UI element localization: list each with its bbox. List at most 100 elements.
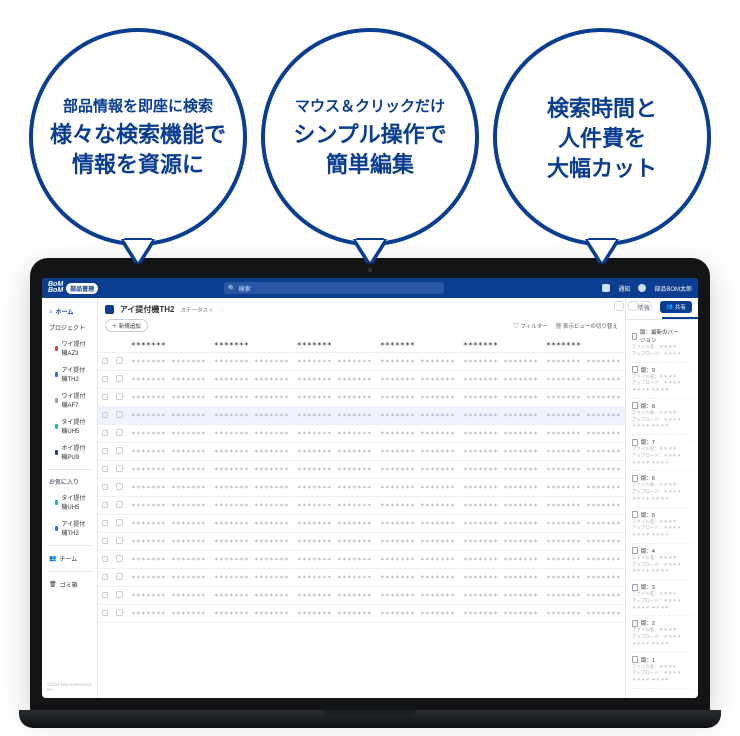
table-row[interactable]: ＊＊＊＊＊＊＊ ＊＊＊＊＊＊＊＊＊＊＊＊＊＊ ＊＊＊＊＊＊＊＊＊＊＊＊＊＊ ＊＊… xyxy=(98,497,625,515)
search-input[interactable]: 🔍 検索 xyxy=(224,282,444,294)
table-row[interactable]: ＊＊＊＊＊＊＊ ＊＊＊＊＊＊＊＊＊＊＊＊＊＊ ＊＊＊＊＊＊＊＊＊＊＊＊＊＊ ＊＊… xyxy=(98,425,625,443)
row-type-icon xyxy=(116,375,123,382)
row-checkbox[interactable] xyxy=(102,592,108,598)
row-checkbox[interactable] xyxy=(102,610,108,616)
dot-icon xyxy=(55,372,58,377)
feature-bubble-3: 検索時間と人件費を大幅カット xyxy=(493,28,711,246)
sidebar-home[interactable]: ⌂ホーム xyxy=(47,304,92,319)
toolbar-icon-3[interactable] xyxy=(642,301,652,311)
row-checkbox[interactable] xyxy=(102,358,108,364)
more-icon[interactable]: ⋯ xyxy=(687,403,693,409)
sidebar-item-2[interactable]: アイ提付機TH2 xyxy=(47,362,92,386)
dot-icon xyxy=(55,398,58,403)
more-icon[interactable]: ⋯ xyxy=(687,584,693,590)
version-item[interactable]: 版：3⋯ファイル名：＊＊＊＊アップロード：＊＊＊＊ ＊＊＊＊ ＊＊＊＊ xyxy=(632,580,692,616)
toolbar-icon-1[interactable] xyxy=(614,301,624,311)
table-row[interactable]: ＊＊＊＊＊＊＊ ＊＊＊＊＊＊＊＊＊＊＊＊＊＊ ＊＊＊＊＊＊＊＊＊＊＊＊＊＊ ＊＊… xyxy=(98,569,625,587)
table-row[interactable]: ＊＊＊＊＊＊＊ ＊＊＊＊＊＊＊＊＊＊＊＊＊＊ ＊＊＊＊＊＊＊＊＊＊＊＊＊＊ ＊＊… xyxy=(98,479,625,497)
row-type-icon xyxy=(116,519,123,526)
row-checkbox[interactable] xyxy=(102,520,108,526)
file-icon xyxy=(632,475,638,482)
toolbar-icon-2[interactable] xyxy=(628,301,638,311)
version-item[interactable]: 版：9⋯ファイル名：＊＊＊＊アップロード：＊＊＊＊ ＊＊＊＊ ＊＊＊＊ xyxy=(632,363,692,399)
page-title: アイ提付機TH2 xyxy=(120,304,175,315)
table-row[interactable]: ＊＊＊＊＊＊＊ ＊＊＊＊＊＊＊＊＊＊＊＊＊＊ ＊＊＊＊＊＊＊＊＊＊＊＊＊＊ ＊＊… xyxy=(98,551,625,569)
more-icon[interactable]: ⋯ xyxy=(687,367,693,373)
sidebar-item-5[interactable]: ホイ提付機PU9 xyxy=(47,440,92,464)
more-icon[interactable]: ⋯ xyxy=(687,657,693,663)
row-type-icon xyxy=(116,501,123,508)
view-switch-button[interactable]: ▦ 表示ビューの切り替え xyxy=(556,322,618,330)
file-icon xyxy=(632,366,638,373)
team-icon: 👥 xyxy=(49,555,56,562)
sidebar-label-project: プロジェクト xyxy=(47,321,92,334)
app-topbar: BoM BoM 部品管理 🔍 検索 通知 部品BOM太郎 xyxy=(42,278,698,298)
sidebar-trash[interactable]: 🗑ゴミ箱 xyxy=(47,577,92,592)
table-row[interactable]: ＊＊＊＊＊＊＊ ＊＊＊＊＊＊＊＊＊＊＊＊＊＊ ＊＊＊＊＊＊＊＊＊＊＊＊＊＊ ＊＊… xyxy=(98,461,625,479)
status-dropdown[interactable]: ステータス ˅ xyxy=(180,306,212,314)
version-item[interactable]: 版：7⋯ファイル名：＊＊＊＊アップロード：＊＊＊＊ ＊＊＊＊ ＊＊＊＊ xyxy=(632,435,692,471)
sidebar-fav-1[interactable]: タイ提付機UH5 xyxy=(47,490,92,514)
row-checkbox[interactable] xyxy=(102,538,108,544)
version-item[interactable]: 版：4⋯ファイル名：＊＊＊＊アップロード：＊＊＊＊ ＊＊＊＊ ＊＊＊＊ xyxy=(632,544,692,580)
feature-bubble-1: 部品情報を即座に検索 様々な検索機能で情報を資源に xyxy=(29,28,247,246)
row-checkbox[interactable] xyxy=(102,430,108,436)
more-icon[interactable]: ⋯ xyxy=(687,620,693,626)
version-item[interactable]: 版：8⋯ファイル名：＊＊＊＊アップロード：＊＊＊＊ ＊＊＊＊ ＊＊＊＊ xyxy=(632,399,692,435)
more-icon[interactable]: ⋯ xyxy=(687,475,693,481)
brand-logo-icon: BoM BoM xyxy=(48,282,63,294)
version-item[interactable]: 版：1⋯ファイル名：＊＊＊＊アップロード：＊＊＊＊ ＊＊＊＊ ＊＊＊＊ xyxy=(632,653,692,689)
row-type-icon xyxy=(116,447,123,454)
row-checkbox[interactable] xyxy=(102,502,108,508)
row-checkbox[interactable] xyxy=(102,556,108,562)
row-checkbox[interactable] xyxy=(102,466,108,472)
dot-icon xyxy=(55,450,58,455)
file-icon xyxy=(632,547,638,554)
more-icon[interactable]: ⋯ xyxy=(687,333,693,339)
table-row[interactable]: ＊＊＊＊＊＊＊ ＊＊＊＊＊＊＊＊＊＊＊＊＊＊ ＊＊＊＊＊＊＊＊＊＊＊＊＊＊ ＊＊… xyxy=(98,443,625,461)
sidebar-fav-2[interactable]: アイ提付機TH2 xyxy=(47,516,92,540)
sidebar-team[interactable]: 👥チーム xyxy=(47,551,92,566)
more-icon[interactable]: ⋯ xyxy=(687,439,693,445)
row-type-icon xyxy=(116,609,123,616)
table-row[interactable]: ＊＊＊＊＊＊＊ ＊＊＊＊＊＊＊＊＊＊＊＊＊＊ ＊＊＊＊＊＊＊＊＊＊＊＊＊＊ ＊＊… xyxy=(98,371,625,389)
favorite-star-icon[interactable]: ☆ xyxy=(219,306,225,314)
row-checkbox[interactable] xyxy=(102,484,108,490)
search-placeholder: 検索 xyxy=(239,284,251,293)
sidebar-item-3[interactable]: ワイ提付機AF7 xyxy=(47,388,92,412)
bubble1-line2: 様々な検索機能で情報を資源に xyxy=(50,120,226,179)
table-row[interactable]: ＊＊＊＊＊＊＊ ＊＊＊＊＊＊＊＊＊＊＊＊＊＊ ＊＊＊＊＊＊＊＊＊＊＊＊＊＊ ＊＊… xyxy=(98,605,625,623)
sidebar-item-4[interactable]: タイ提付機UH5 xyxy=(47,414,92,438)
dot-icon xyxy=(55,500,58,505)
home-icon: ⌂ xyxy=(49,309,53,315)
bubble2-line1: マウス＆クリックだけ xyxy=(295,95,445,116)
row-checkbox[interactable] xyxy=(102,412,108,418)
table-row[interactable]: ＊＊＊＊＊＊＊ ＊＊＊＊＊＊＊＊＊＊＊＊＊＊ ＊＊＊＊＊＊＊＊＊＊＊＊＊＊ ＊＊… xyxy=(98,407,625,425)
bell-icon[interactable] xyxy=(602,284,610,292)
more-icon[interactable]: ⋯ xyxy=(687,512,693,518)
table-row[interactable]: ＊＊＊＊＊＊＊ ＊＊＊＊＊＊＊＊＊＊＊＊＊＊ ＊＊＊＊＊＊＊＊＊＊＊＊＊＊ ＊＊… xyxy=(98,389,625,407)
user-name: 部品BOM太郎 xyxy=(654,284,692,293)
filter-button[interactable]: ▽ フィルター xyxy=(513,322,547,330)
table-row[interactable]: ＊＊＊＊＊＊＊ ＊＊＊＊＊＊＊＊＊＊＊＊＊＊ ＊＊＊＊＊＊＊＊＊＊＊＊＊＊ ＊＊… xyxy=(98,515,625,533)
sidebar-item-1[interactable]: ワイ提付機AZ3 xyxy=(47,336,92,360)
app-screen: BoM BoM 部品管理 🔍 検索 通知 部品BOM太郎 👥共有 xyxy=(42,278,698,698)
row-checkbox[interactable] xyxy=(102,448,108,454)
row-checkbox[interactable] xyxy=(102,574,108,580)
add-button[interactable]: ＋ 新規追加 xyxy=(105,319,148,332)
table-row[interactable]: ＊＊＊＊＊＊＊ ＊＊＊＊＊＊＊＊＊＊＊＊＊＊ ＊＊＊＊＊＊＊＊＊＊＊＊＊＊ ＊＊… xyxy=(98,353,625,371)
version-item[interactable]: 版：5⋯ファイル名：＊＊＊＊アップロード：＊＊＊＊ ＊＊＊＊ ＊＊＊＊ xyxy=(632,508,692,544)
notify-label: 通知 xyxy=(618,284,630,293)
version-item[interactable]: 版：6⋯ファイル名：＊＊＊＊アップロード：＊＊＊＊ ＊＊＊＊ ＊＊＊＊ xyxy=(632,471,692,507)
row-checkbox[interactable] xyxy=(102,394,108,400)
table-row[interactable]: ＊＊＊＊＊＊＊ ＊＊＊＊＊＊＊＊＊＊＊＊＊＊ ＊＊＊＊＊＊＊＊＊＊＊＊＊＊ ＊＊… xyxy=(98,533,625,551)
share-button[interactable]: 👥共有 xyxy=(660,301,692,313)
table-row[interactable]: ＊＊＊＊＊＊＊ ＊＊＊＊＊＊＊＊＊＊＊＊＊＊ ＊＊＊＊＊＊＊＊＊＊＊＊＊＊ ＊＊… xyxy=(98,587,625,605)
more-icon[interactable]: ⋯ xyxy=(687,548,693,554)
version-item[interactable]: 版：最新のバージョン⋯ファイル名：＊＊＊＊アップロード：＊＊＊＊ xyxy=(632,325,692,363)
avatar-icon[interactable] xyxy=(638,284,646,292)
file-icon xyxy=(632,511,638,518)
row-checkbox[interactable] xyxy=(102,376,108,382)
project-icon xyxy=(105,305,114,314)
version-item[interactable]: 版：2⋯ファイル名：＊＊＊＊アップロード：＊＊＊＊ ＊＊＊＊ ＊＊＊＊ xyxy=(632,616,692,652)
